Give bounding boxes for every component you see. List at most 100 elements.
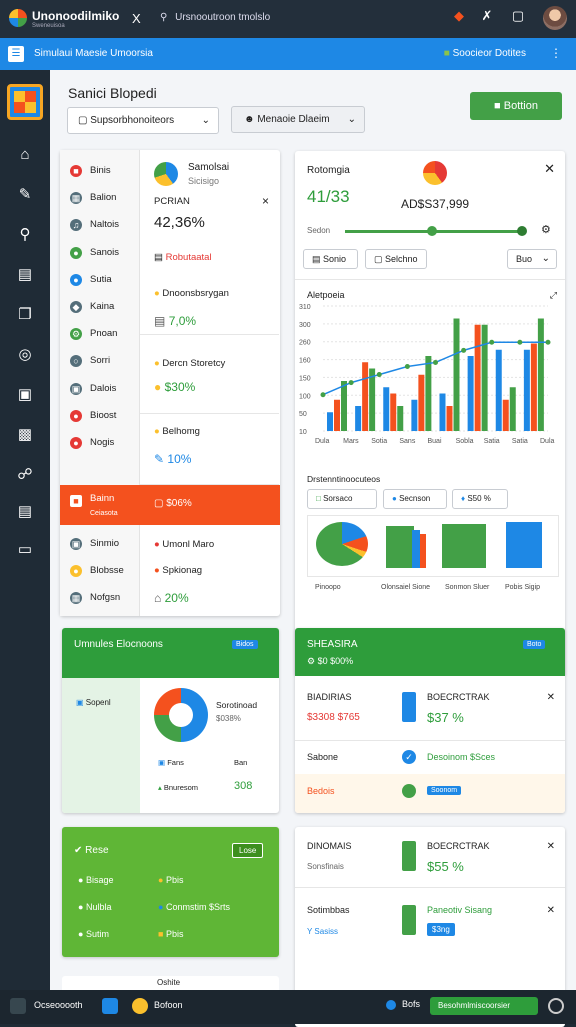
calendar-icon[interactable]: ▩ bbox=[15, 425, 35, 445]
close-panel-button[interactable]: × bbox=[262, 194, 269, 208]
chevron-down-icon: ⌄ bbox=[201, 115, 210, 126]
primary-action-label: Bottion bbox=[503, 100, 538, 112]
card-sub: ⚙ $0 $00% bbox=[307, 656, 353, 667]
bar bbox=[481, 324, 488, 431]
col2-label: BOECRCTRAK bbox=[427, 692, 490, 702]
search-icon[interactable]: ⚲ bbox=[15, 225, 35, 245]
coin-icon[interactable] bbox=[132, 998, 148, 1014]
bar bbox=[425, 356, 432, 431]
slider-handle[interactable] bbox=[427, 226, 437, 236]
divider bbox=[295, 887, 565, 888]
nav-item-label: Bioost bbox=[90, 409, 117, 421]
nav-item[interactable]: ▣ Dalois bbox=[60, 376, 140, 402]
donut-hole bbox=[169, 703, 193, 727]
settings-icon[interactable]: ⚙ bbox=[541, 223, 551, 236]
dot-icon: ● bbox=[154, 565, 160, 576]
more-icon[interactable]: ⋮ bbox=[550, 46, 562, 60]
nav-item[interactable]: ● Sutia bbox=[60, 267, 140, 293]
nav-item[interactable]: ◆ Kaina bbox=[60, 294, 140, 320]
metric-row-4: ● Belhomg ✎ 10% bbox=[140, 414, 279, 485]
slider-handle-end[interactable] bbox=[517, 226, 527, 236]
nav-item[interactable]: ● Sanois bbox=[60, 240, 140, 266]
edit-icon[interactable]: ✎ bbox=[15, 185, 35, 205]
nav-item[interactable]: ● Nogis bbox=[60, 430, 140, 456]
y-tick-label: 50 bbox=[299, 411, 307, 418]
document-icon[interactable]: ▤ bbox=[15, 502, 35, 522]
nav-item-label: Nofgsn bbox=[90, 592, 121, 603]
nav-item[interactable]: ▦ Balion bbox=[60, 185, 140, 211]
menu-icon[interactable]: ☰ bbox=[8, 46, 24, 62]
titlebar: Unonoodilmiko Sweneuisoa X ⚲ Ursnooutroo… bbox=[0, 0, 576, 38]
nav-item[interactable]: ● Blobsse bbox=[60, 558, 140, 584]
x-tick-label: Sans bbox=[399, 438, 415, 445]
nav-item[interactable]: ○ Sorri bbox=[60, 348, 140, 374]
active-metric[interactable]: ▢ $06% bbox=[140, 485, 280, 525]
info-icon bbox=[386, 1000, 396, 1010]
row2-value: 7,0% bbox=[168, 314, 197, 328]
y-tick-label: 10 bbox=[299, 429, 307, 436]
notification-icon[interactable]: ◆ bbox=[451, 8, 467, 24]
nav-item[interactable]: ♫ Naltois bbox=[60, 212, 140, 238]
folder-icon: ■ bbox=[443, 48, 450, 59]
close-icon[interactable]: ✕ bbox=[547, 905, 555, 916]
footer-status-pill[interactable]: Besohmlmiscoorsier bbox=[430, 997, 538, 1015]
range-select[interactable]: Buo ⌄ bbox=[507, 249, 557, 269]
list-icon[interactable]: ▤ bbox=[15, 265, 35, 285]
filter-button[interactable]: ▤ Sonio bbox=[303, 249, 358, 269]
filter-pill-3[interactable]: ♦ S50 % bbox=[452, 489, 508, 509]
archive-icon[interactable]: ▭ bbox=[15, 540, 35, 560]
window-icon[interactable]: ▢ bbox=[510, 8, 526, 24]
home-icon[interactable]: ⌂ bbox=[15, 145, 35, 165]
metric-value: 42,36% bbox=[154, 214, 205, 231]
target-icon[interactable]: ◎ bbox=[15, 345, 35, 365]
row2-left: Sabone bbox=[307, 752, 339, 762]
row6-value: 20% bbox=[164, 591, 189, 605]
filter-pill-2[interactable]: ● Secnson bbox=[383, 489, 447, 509]
bar bbox=[537, 318, 544, 431]
home-icon[interactable] bbox=[10, 998, 26, 1014]
menu-dropdown[interactable]: ☻ Menaoie Dlaeim ⌄ bbox=[231, 106, 365, 133]
search-input[interactable]: ⚲ Ursnooutroon tmolslo bbox=[153, 8, 433, 28]
app-icon[interactable] bbox=[102, 998, 118, 1014]
close-tab-button[interactable]: X bbox=[132, 11, 141, 26]
nav-item[interactable]: ⚙ Pnoan bbox=[60, 321, 140, 347]
bar bbox=[341, 381, 347, 431]
bell-icon: ● bbox=[154, 380, 162, 394]
lime-row-1-right-label: Pbis bbox=[165, 875, 184, 885]
doc-icon: ▤ bbox=[154, 314, 166, 328]
toolbar-right-link[interactable]: ■ Soocieor Dotites bbox=[444, 48, 526, 59]
lime-row-3-left: ● Sutim bbox=[78, 929, 109, 939]
select-button[interactable]: ▢ Selchno bbox=[365, 249, 427, 269]
nav-item-active[interactable]: ■ Bainn Ceiasota bbox=[60, 485, 140, 525]
filter-pill-1[interactable]: □ Sorsaco bbox=[307, 489, 377, 509]
chat-icon[interactable]: ☍ bbox=[15, 465, 35, 485]
brand-icon bbox=[7, 84, 43, 120]
nav-item[interactable]: ● Bioost bbox=[60, 403, 140, 429]
nav-item[interactable]: ▦ Nofgsn bbox=[60, 585, 140, 611]
primary-action-button[interactable]: ■ Bottion bbox=[470, 92, 562, 120]
search-text: Ursnooutroon tmolslo bbox=[175, 12, 271, 23]
row3-badge: Soonom bbox=[427, 786, 462, 795]
toolbar-right-label: Soocieor Dotites bbox=[452, 48, 526, 59]
active-metric-value: $06% bbox=[166, 498, 192, 509]
bar bbox=[502, 399, 509, 431]
tools-icon[interactable]: ✗ bbox=[479, 8, 495, 24]
status-badge: Bidos bbox=[232, 640, 258, 649]
avatar[interactable] bbox=[543, 6, 567, 30]
nav-item-label: Sinmio bbox=[90, 538, 120, 549]
filter-dropdown[interactable]: ▢ Supsorbhonoiteors ⌄ bbox=[67, 107, 219, 134]
col1-label: BIADIRIAS bbox=[307, 692, 352, 702]
circle-icon[interactable] bbox=[548, 998, 564, 1014]
files-icon[interactable]: ❐ bbox=[15, 305, 35, 325]
close-icon[interactable]: ✕ bbox=[547, 841, 555, 852]
close-icon[interactable]: ✕ bbox=[547, 692, 555, 703]
dot-icon: ● bbox=[154, 539, 160, 550]
close-panel-button[interactable]: ✕ bbox=[544, 161, 555, 177]
y-tick-label: 160 bbox=[299, 358, 311, 365]
inbox-icon[interactable]: ▣ bbox=[15, 385, 35, 405]
analytics-title: Rotomgia bbox=[307, 165, 350, 176]
row2-left: Sotimbbas bbox=[307, 905, 350, 915]
analytics-amount: AD$S37,999 bbox=[401, 197, 470, 211]
nav-item[interactable]: ▣ Sinmio bbox=[60, 531, 140, 557]
nav-item[interactable]: ■ Binis bbox=[60, 158, 140, 184]
